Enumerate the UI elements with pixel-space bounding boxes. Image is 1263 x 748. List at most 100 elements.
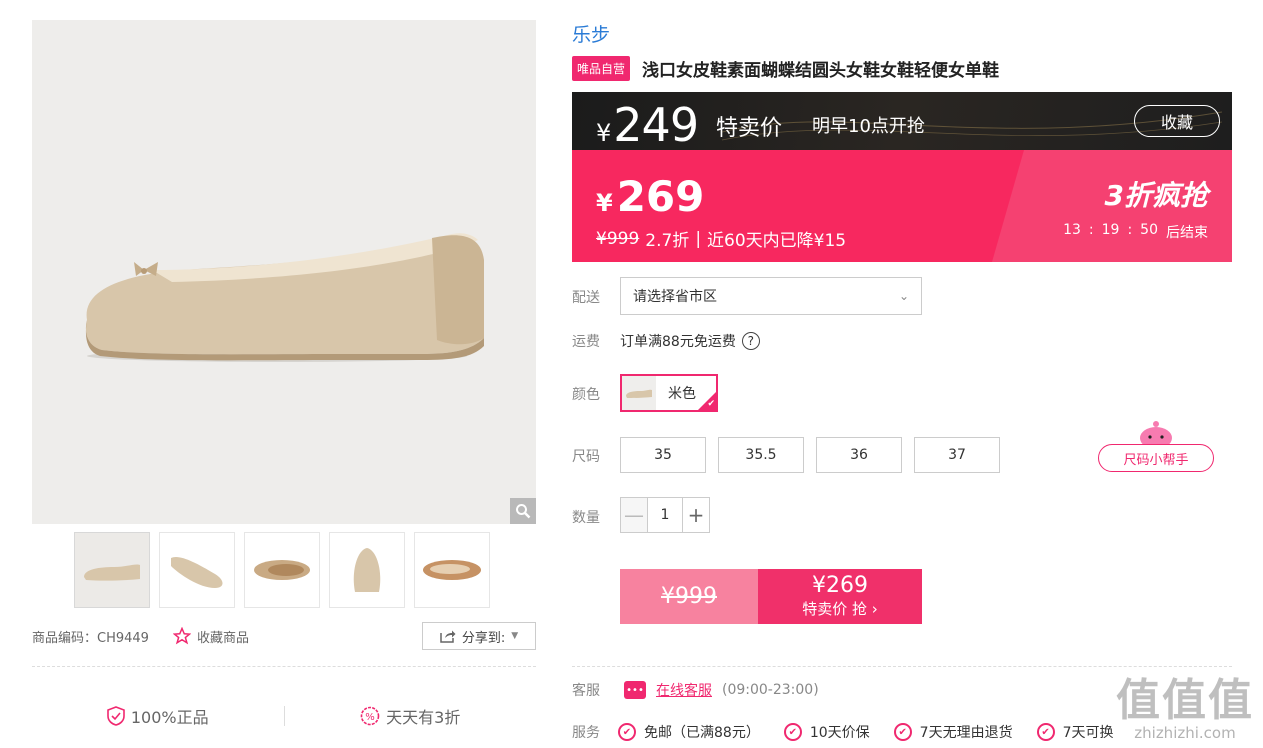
chevron-down-icon: ⌄ — [898, 289, 909, 303]
thumbnail[interactable] — [159, 532, 235, 608]
shield-icon — [107, 706, 125, 726]
services-row: 服务 ✔ 免邮（已满88元） ✔ 10天价保 ✔ 7天无理由退货 ✔ 7天可换 — [572, 722, 1138, 742]
thumbnail[interactable] — [329, 532, 405, 608]
countdown-minutes: 19 — [1101, 222, 1120, 238]
caret-down-icon: ▼ — [511, 631, 519, 641]
promo-label: 3折疯抢 — [1104, 179, 1208, 212]
sku-code: 商品编码：CH9449 — [32, 630, 149, 646]
sale-start-time: 明早10点开抢 — [812, 116, 925, 137]
service-item-label: 免邮（已满88元） — [644, 725, 760, 741]
special-price-label: 特卖价 — [716, 116, 783, 141]
countdown-seconds: 50 — [1140, 222, 1158, 238]
size-helper-button[interactable]: 尺码小帮手 — [1098, 420, 1214, 474]
quantity-value[interactable]: 1 — [647, 498, 683, 532]
buy-label: 特卖价 抢 › — [802, 600, 878, 619]
original-price: ¥999 — [596, 228, 640, 249]
color-option-beige[interactable]: 米色 ✔ — [620, 374, 718, 412]
service-item: ✔ 10天价保 — [783, 722, 870, 742]
brand-link[interactable]: 乐步 — [572, 20, 610, 47]
service-item: ✔ 7天无理由退货 — [893, 722, 1013, 742]
member-price-value: 249 — [613, 98, 699, 150]
size-option[interactable]: 35 — [620, 437, 706, 473]
divider — [32, 666, 536, 667]
title-row: 唯品自营 浅口女皮鞋素面蝴蝶结圆头女鞋女鞋轻便女单鞋 — [572, 56, 999, 81]
thumbnail[interactable] — [74, 532, 150, 608]
discount-rate: 2.7折 — [645, 231, 690, 251]
service-item: ✔ 7天可换 — [1036, 722, 1114, 742]
favorite-product-button[interactable]: 收藏商品 — [172, 627, 249, 646]
yen-symbol: ¥ — [596, 189, 613, 217]
thumbnail[interactable] — [414, 532, 490, 608]
product-title: 浅口女皮鞋素面蝴蝶结圆头女鞋女鞋轻便女单鞋 — [642, 61, 1000, 81]
collect-button[interactable]: 收藏 — [1134, 105, 1220, 137]
check-circle-icon: ✔ — [618, 723, 636, 741]
quantity-label: 数量 — [572, 510, 600, 526]
price-drop-note: 近60天内已降¥15 — [707, 231, 847, 251]
customer-service-row: 客服 ••• 在线客服 (09:00-23:00) — [572, 680, 819, 700]
zoom-button[interactable] — [510, 498, 536, 524]
quantity-increase-button[interactable]: + — [683, 498, 709, 532]
svg-text:%: % — [365, 712, 375, 723]
member-price: ¥ 249 — [596, 98, 699, 150]
check-circle-icon: ✔ — [1036, 723, 1055, 741]
thumbnail-strip — [74, 532, 490, 608]
main-product-image[interactable] — [32, 20, 536, 524]
service-item-label: 7天无理由退货 — [919, 725, 1013, 741]
buy-action: ¥269 特卖价 抢 › — [758, 569, 922, 624]
freight-info: 订单满88元免运费 ? — [620, 331, 760, 351]
self-operated-badge: 唯品自营 — [572, 56, 631, 81]
share-label: 分享到: — [461, 630, 506, 646]
guarantee-authentic: 100%正品 — [32, 704, 284, 728]
countdown-colon: : — [1127, 222, 1133, 238]
magnifier-icon — [516, 504, 531, 519]
shoe-angle-thumb — [171, 556, 223, 588]
buy-button[interactable]: ¥999 ¥269 特卖价 抢 › — [620, 569, 922, 624]
color-swatch — [622, 376, 656, 410]
share-icon — [440, 630, 456, 643]
countdown-suffix: 后结束 — [1166, 225, 1208, 241]
countdown-colon: : — [1088, 222, 1094, 238]
shoe-side-thumb — [84, 564, 140, 581]
size-option[interactable]: 35.5 — [718, 437, 804, 473]
share-button[interactable]: 分享到: ▼ — [422, 622, 536, 650]
services-label: 服务 — [572, 725, 600, 741]
service-hours: (09:00-23:00) — [722, 682, 819, 698]
separator: | — [695, 228, 702, 249]
shoe-front-thumb — [353, 548, 381, 592]
region-placeholder: 请选择省市区 — [633, 289, 717, 305]
thumbnail[interactable] — [244, 532, 320, 608]
banner-decoration — [992, 150, 1024, 262]
watermark-logo: 值值值 — [1116, 675, 1254, 726]
star-icon — [172, 627, 191, 645]
size-option[interactable]: 37 — [914, 437, 1000, 473]
online-service-link[interactable]: 在线客服 — [656, 680, 712, 700]
check-circle-icon: ✔ — [893, 723, 912, 741]
size-label: 尺码 — [572, 449, 600, 465]
freight-text: 订单满88元免运费 — [620, 334, 736, 350]
shoe-top-thumb — [254, 560, 310, 580]
color-name: 米色 — [668, 386, 696, 402]
watermark-url: zhizhizhi.com — [1134, 724, 1236, 742]
customer-service-label: 客服 — [572, 683, 600, 699]
shoe-sole-thumb — [423, 560, 481, 580]
current-price-value: 269 — [616, 172, 705, 221]
service-item: ✔ 免邮（已满88元） — [618, 722, 760, 742]
guarantee-discount-label: 天天有3折 — [386, 708, 461, 727]
quantity-decrease-button[interactable]: — — [621, 498, 647, 532]
percent-badge-icon: % — [360, 706, 380, 726]
guarantee-authentic-label: 100%正品 — [130, 708, 209, 727]
service-item-label: 7天可换 — [1062, 725, 1114, 741]
size-helper-label: 尺码小帮手 — [1098, 444, 1214, 472]
freight-label: 运费 — [572, 334, 600, 350]
size-option[interactable]: 36 — [816, 437, 902, 473]
region-select[interactable]: 请选择省市区 ⌄ — [620, 277, 922, 315]
product-meta-row: 商品编码：CH9449 收藏商品 分享到: ▼ — [32, 622, 536, 650]
current-price: ¥ 269 — [596, 172, 704, 221]
member-price-banner: ¥ 249 特卖价 明早10点开抢 收藏 — [572, 92, 1232, 150]
shoe-image — [85, 233, 484, 362]
watermark: 值值值 zhizhizhi.com — [1115, 664, 1255, 748]
delivery-label: 配送 — [572, 290, 600, 306]
help-icon[interactable]: ? — [741, 332, 760, 350]
service-item-label: 10天价保 — [809, 725, 870, 741]
check-icon: ✔ — [707, 399, 715, 409]
